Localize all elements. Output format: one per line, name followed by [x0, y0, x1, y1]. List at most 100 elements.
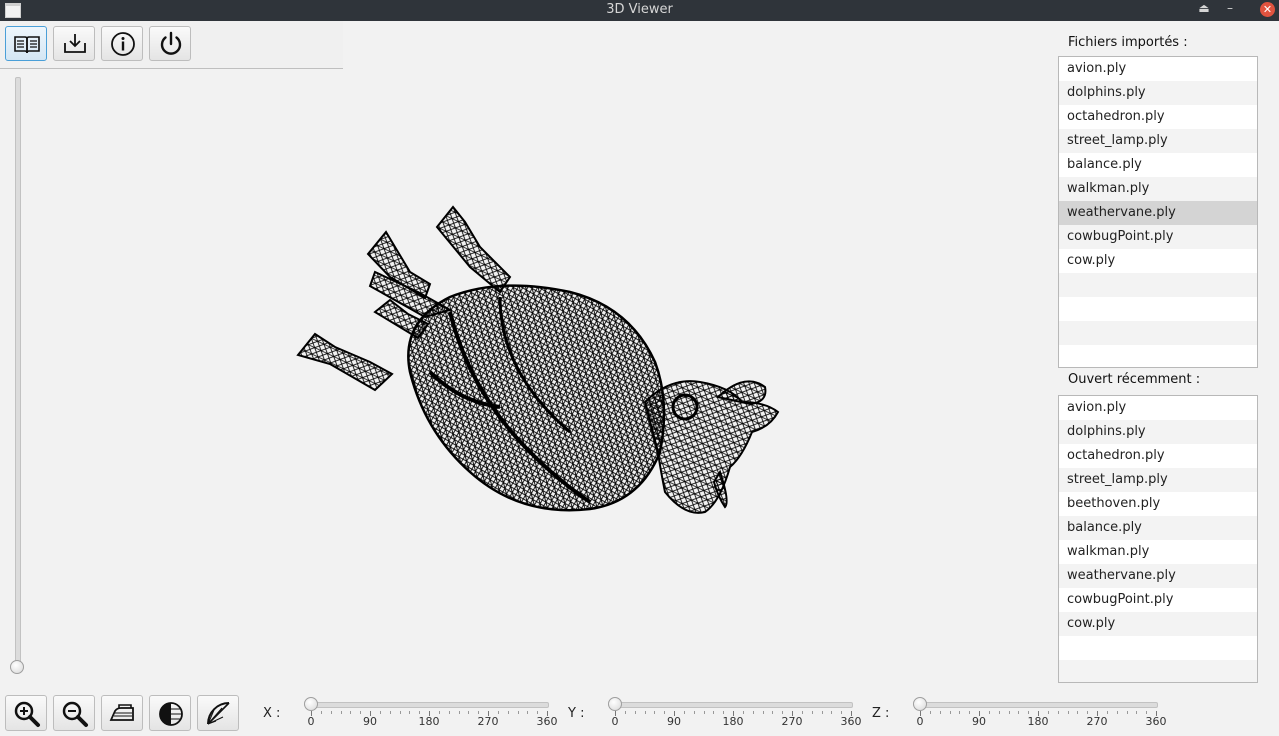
list-item[interactable]: balance.ply	[1059, 153, 1257, 177]
tick-mark	[360, 711, 362, 714]
tick-mark	[664, 711, 666, 714]
tick-mark	[969, 711, 971, 714]
tick-mark	[841, 711, 843, 714]
download-tray-icon	[64, 34, 86, 53]
tick-mark	[1116, 711, 1118, 714]
wireframe-model[interactable]	[30, 72, 1050, 687]
y-rotation-slider[interactable]: 0 90 180 270 360	[608, 695, 862, 735]
tick-mark	[1106, 711, 1108, 714]
tick-mark	[811, 711, 813, 714]
list-item[interactable]: cow.ply	[1059, 612, 1257, 636]
x-slider-track	[311, 702, 549, 708]
shade-icon[interactable]: ⏏	[1195, 1, 1213, 15]
list-item[interactable]: street_lamp.ply	[1059, 468, 1257, 492]
tick-label: 0	[307, 715, 315, 728]
tick-mark	[1018, 711, 1020, 714]
list-item[interactable]: octahedron.ply	[1059, 105, 1257, 129]
z-rotation-slider[interactable]: 0 90 180 270 360	[913, 695, 1167, 735]
list-item[interactable]: cowbugPoint.ply	[1059, 225, 1257, 249]
y-slider-thumb[interactable]	[608, 697, 622, 711]
zoom-slider[interactable]	[10, 75, 24, 674]
list-item[interactable]: balance.ply	[1059, 516, 1257, 540]
info-button[interactable]	[101, 26, 143, 61]
zoom-slider-thumb[interactable]	[10, 660, 24, 674]
z-slider-thumb[interactable]	[913, 697, 927, 711]
tick-mark	[742, 711, 744, 714]
power-button[interactable]	[149, 26, 191, 61]
x-rotation-label: X :	[263, 706, 281, 721]
y-slider-track	[615, 702, 853, 708]
tick-mark	[703, 711, 705, 714]
tick-mark	[959, 711, 961, 714]
bottom-toolbar: X : 0 90 180 270 360 Y : 0 90 180 270 360 Z : 0 9…	[0, 689, 1279, 736]
list-item[interactable]: walkman.ply	[1059, 540, 1257, 564]
recent-files-label: Ouvert récemment :	[1068, 372, 1201, 387]
tick-mark	[409, 711, 411, 714]
imported-files-list[interactable]: avion.ply dolphins.ply octahedron.ply stree…	[1058, 56, 1258, 368]
tick-mark	[772, 711, 774, 714]
zoom-in-button[interactable]	[5, 695, 47, 731]
zoom-in-icon	[14, 701, 40, 727]
zoom-slider-track	[15, 77, 21, 669]
slice-button[interactable]	[197, 695, 239, 731]
iron-button[interactable]	[101, 695, 143, 731]
empty-row	[1059, 273, 1257, 297]
recent-files-list[interactable]: avion.ply dolphins.ply octahedron.ply stree…	[1058, 395, 1258, 683]
close-icon[interactable]: ✕	[1260, 2, 1275, 17]
tick-mark	[821, 711, 823, 714]
list-item[interactable]: walkman.ply	[1059, 177, 1257, 201]
empty-row	[1059, 660, 1257, 682]
tick-mark	[497, 711, 499, 714]
tick-mark	[419, 711, 421, 714]
tick-mark	[1077, 711, 1079, 714]
tick-label: 360	[1145, 715, 1167, 728]
tick-mark	[752, 711, 754, 714]
tick-label: 90	[363, 715, 377, 728]
tick-label: 180	[722, 715, 744, 728]
list-item[interactable]: octahedron.ply	[1059, 444, 1257, 468]
empty-row	[1059, 321, 1257, 345]
list-item[interactable]: street_lamp.ply	[1059, 129, 1257, 153]
minimize-icon[interactable]: –	[1221, 1, 1239, 15]
info-circle-icon	[111, 32, 135, 56]
tick-mark	[478, 711, 480, 714]
tick-mark	[723, 711, 725, 714]
window-title: 3D Viewer	[606, 2, 673, 17]
tick-mark	[1057, 711, 1059, 714]
tick-mark	[537, 711, 539, 714]
library-button[interactable]	[5, 26, 47, 61]
list-item[interactable]: weathervane.ply	[1059, 201, 1257, 225]
tick-mark	[654, 711, 656, 714]
tick-mark	[762, 711, 764, 714]
x-rotation-slider[interactable]: 0 90 180 270 360	[304, 695, 558, 735]
tick-mark	[320, 711, 322, 714]
empty-row	[1059, 636, 1257, 660]
tick-mark	[1146, 711, 1148, 714]
tick-label: 90	[972, 715, 986, 728]
tick-mark	[340, 711, 342, 714]
shading-button[interactable]	[149, 695, 191, 731]
zoom-out-button[interactable]	[53, 695, 95, 731]
list-item[interactable]: avion.ply	[1059, 57, 1257, 81]
list-item[interactable]: beethoven.ply	[1059, 492, 1257, 516]
tick-mark	[644, 711, 646, 714]
list-item[interactable]: dolphins.ply	[1059, 420, 1257, 444]
tick-label: 0	[916, 715, 924, 728]
tick-mark	[468, 711, 470, 714]
tick-label: 0	[611, 715, 619, 728]
list-item[interactable]: cow.ply	[1059, 249, 1257, 273]
empty-row	[1059, 345, 1257, 367]
tick-mark	[438, 711, 440, 714]
list-item[interactable]: dolphins.ply	[1059, 81, 1257, 105]
tick-mark	[693, 711, 695, 714]
3d-viewport[interactable]	[30, 72, 1050, 687]
tick-label: 360	[536, 715, 558, 728]
list-item[interactable]: cowbugPoint.ply	[1059, 588, 1257, 612]
tick-mark	[624, 711, 626, 714]
x-slider-thumb[interactable]	[304, 697, 318, 711]
list-item[interactable]: avion.ply	[1059, 396, 1257, 420]
list-item[interactable]: weathervane.ply	[1059, 564, 1257, 588]
cow-mesh	[296, 205, 780, 514]
tick-mark	[634, 711, 636, 714]
import-button[interactable]	[53, 26, 95, 61]
